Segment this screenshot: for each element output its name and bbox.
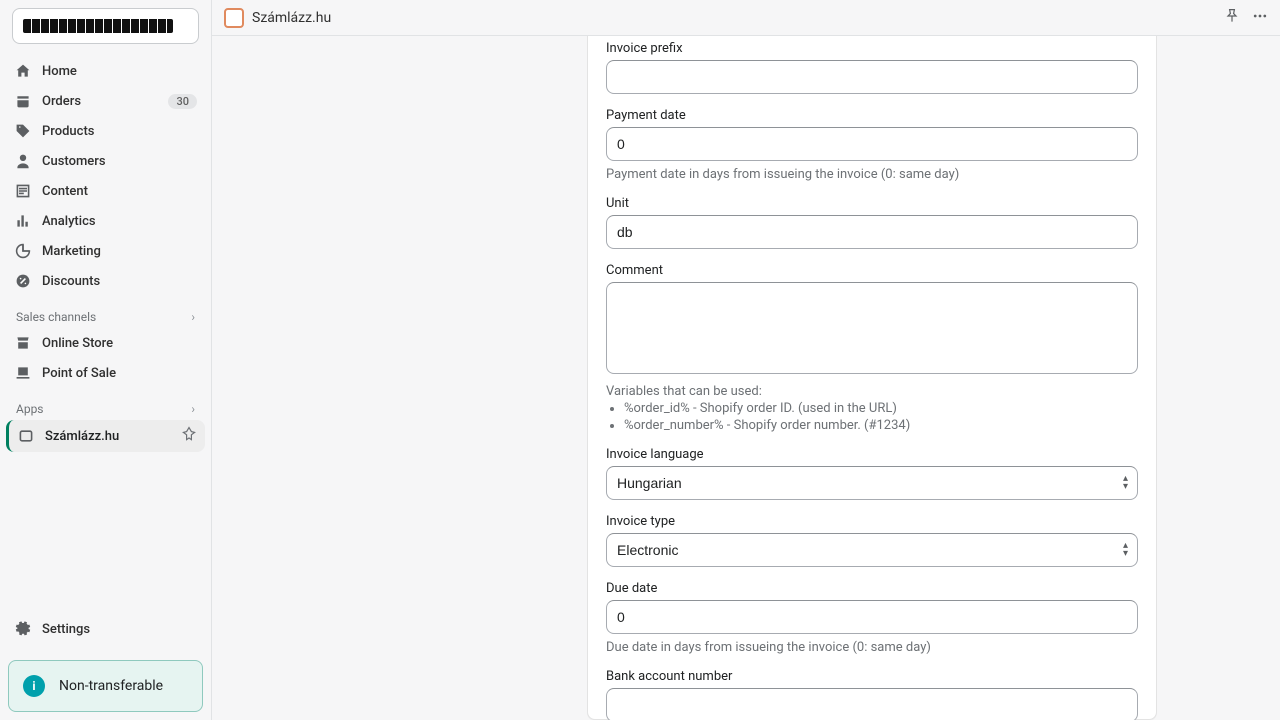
nav-app-szamlazz[interactable]: Számlázz.hu	[6, 420, 205, 452]
invoice-prefix-label: Invoice prefix	[606, 41, 1138, 56]
invoice-type-select[interactable]: Electronic	[606, 533, 1138, 567]
nav-label: Orders	[42, 94, 158, 109]
pin-icon[interactable]	[1224, 8, 1240, 28]
invoice-language-label: Invoice language	[606, 447, 1138, 462]
section-label: Sales channels	[16, 310, 96, 324]
orders-badge: 30	[168, 94, 197, 109]
nav-orders[interactable]: Orders 30	[6, 86, 205, 116]
comment-var-0: %order_id% - Shopify order ID. (used in …	[624, 401, 1138, 416]
store-selector[interactable]	[12, 8, 199, 44]
info-icon: i	[23, 675, 45, 697]
due-date-input[interactable]	[606, 600, 1138, 634]
tag-icon	[14, 122, 32, 140]
due-date-help: Due date in days from issueing the invoi…	[606, 640, 1138, 655]
nav-home[interactable]: Home	[6, 56, 205, 86]
non-transferable-notice: i Non-transferable	[8, 660, 203, 712]
app-logo-icon	[224, 8, 244, 28]
nav-label: Customers	[42, 154, 197, 169]
invoice-prefix-input[interactable]	[606, 60, 1138, 94]
comment-label: Comment	[606, 263, 1138, 278]
payment-date-input[interactable]	[606, 127, 1138, 161]
marketing-icon	[14, 242, 32, 260]
nav-label: Point of Sale	[42, 366, 197, 381]
comment-textarea[interactable]	[606, 282, 1138, 374]
orders-icon	[14, 92, 32, 110]
nav-label: Content	[42, 184, 197, 199]
notice-text: Non-transferable	[59, 678, 163, 694]
nav-label: Settings	[42, 622, 197, 637]
home-icon	[14, 62, 32, 80]
nav-pos[interactable]: Point of Sale	[6, 358, 205, 388]
chevron-right-icon: ›	[191, 402, 195, 416]
nav-label: Home	[42, 64, 197, 79]
more-icon[interactable]	[1252, 8, 1268, 28]
bank-account-label: Bank account number	[606, 669, 1138, 684]
nav-settings[interactable]: Settings	[6, 614, 205, 644]
due-date-label: Due date	[606, 581, 1138, 596]
nav-products[interactable]: Products	[6, 116, 205, 146]
apps-header[interactable]: Apps ›	[6, 388, 205, 420]
nav-content[interactable]: Content	[6, 176, 205, 206]
pos-icon	[14, 364, 32, 382]
sidebar: Home Orders 30 Products Customers	[0, 0, 212, 720]
nav-analytics[interactable]: Analytics	[6, 206, 205, 236]
nav-label: Products	[42, 124, 197, 139]
unit-label: Unit	[606, 196, 1138, 211]
nav-online-store[interactable]: Online Store	[6, 328, 205, 358]
comment-var-1: %order_number% - Shopify order number. (…	[624, 418, 1138, 433]
comment-vars-intro: Variables that can be used:	[606, 384, 1138, 399]
payment-date-help: Payment date in days from issueing the i…	[606, 167, 1138, 182]
payment-date-label: Payment date	[606, 108, 1138, 123]
nav-label: Analytics	[42, 214, 197, 229]
invoice-type-label: Invoice type	[606, 514, 1138, 529]
nav-discounts[interactable]: Discounts	[6, 266, 205, 296]
topbar: Számlázz.hu	[212, 0, 1280, 36]
unit-input[interactable]	[606, 215, 1138, 249]
person-icon	[14, 152, 32, 170]
nav-label: Marketing	[42, 244, 197, 259]
analytics-icon	[14, 212, 32, 230]
page-title: Számlázz.hu	[252, 10, 331, 26]
section-label: Apps	[16, 402, 44, 416]
store-icon	[14, 334, 32, 352]
store-name-redacted	[23, 19, 173, 33]
nav-label: Online Store	[42, 336, 197, 351]
nav-label: Discounts	[42, 274, 197, 289]
chevron-right-icon: ›	[191, 310, 195, 324]
pin-icon[interactable]	[181, 426, 197, 446]
invoice-language-select[interactable]: Hungarian	[606, 466, 1138, 500]
app-icon	[17, 427, 35, 445]
gear-icon	[14, 620, 32, 638]
bank-account-input[interactable]	[606, 688, 1138, 720]
nav-marketing[interactable]: Marketing	[6, 236, 205, 266]
sales-channels-header[interactable]: Sales channels ›	[6, 296, 205, 328]
section-description-area	[212, 36, 587, 720]
nav-label: Számlázz.hu	[45, 429, 171, 444]
discounts-icon	[14, 272, 32, 290]
settings-card: Invoice prefix Payment date Payment date…	[587, 36, 1157, 720]
nav-customers[interactable]: Customers	[6, 146, 205, 176]
content-icon	[14, 182, 32, 200]
